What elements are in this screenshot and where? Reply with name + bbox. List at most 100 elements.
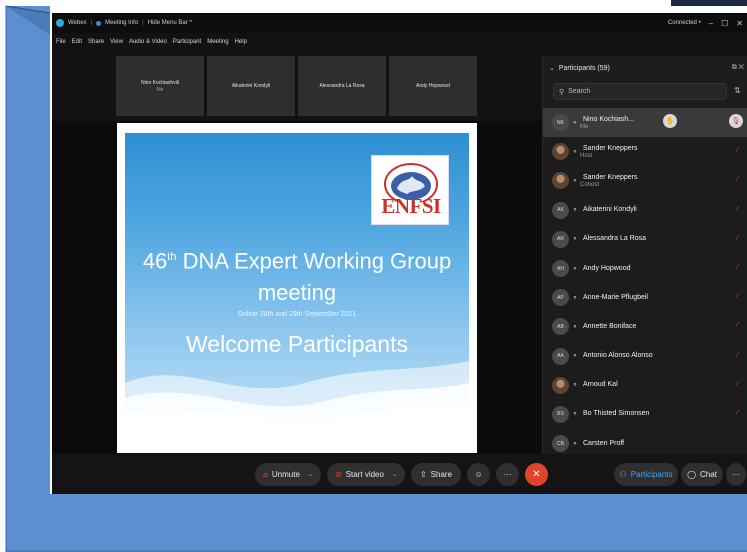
participant-name: Andy Hopwood	[583, 264, 631, 272]
share-icon: ⇧	[419, 470, 427, 479]
video-tile[interactable]: Alessandra La Rosa	[298, 56, 386, 116]
collapse-chevron-icon[interactable]: ⌄	[549, 64, 555, 72]
webex-window: Webex | Meeting Info | Hide Menu Bar ^ C…	[52, 13, 747, 494]
muted-mic-icon: ⁄	[736, 205, 738, 213]
maximize-button[interactable]: ☐	[721, 19, 728, 28]
menu-audio-video[interactable]: Audio & Video	[129, 39, 167, 51]
audio-connection-icon: ⚬	[572, 382, 578, 390]
unmute-button[interactable]: ⌀ Unmute ⌄	[255, 463, 321, 486]
menu-bar: File Edit Share View Audio & Video Parti…	[52, 39, 247, 51]
slide-date: Online 28th and 29th September 2021	[237, 311, 357, 318]
meeting-controls-bar: ⌀ Unmute ⌄ ⊘ Start video ⌄ ⇧ Share ☺ ···…	[52, 454, 747, 494]
participant-name: Annette Boniface	[583, 322, 637, 330]
chat-button[interactable]: ◯ Chat	[681, 463, 723, 486]
participant-row[interactable]: AR ⚬ Alessandra La Rosa ⁄	[543, 225, 747, 254]
participant-row[interactable]: AB ⚬ Annette Boniface ⁄	[543, 312, 747, 341]
participant-row[interactable]: AP ⚬ Anne-Marie Pflugbeil ⁄	[543, 283, 747, 312]
menu-help[interactable]: Help	[235, 39, 247, 51]
audio-connection-icon: ⚬	[572, 323, 578, 331]
avatar: AB	[552, 318, 569, 336]
raise-hand-icon[interactable]: ✋	[663, 114, 677, 128]
more-options-button[interactable]: ···	[496, 463, 519, 486]
participant-row[interactable]: BS ⚬ Bo Thisted Simonsen ⁄	[543, 400, 747, 429]
search-placeholder: Search	[568, 88, 591, 95]
chevron-down-icon[interactable]: ⌄	[308, 471, 313, 478]
participant-name: Alessandra La Rosa	[583, 235, 647, 243]
menu-view[interactable]: View	[110, 39, 123, 51]
avatar	[552, 172, 569, 190]
minimize-button[interactable]: –	[709, 19, 713, 28]
muted-mic-icon: ⁄	[736, 293, 738, 301]
participant-row[interactable]: AH ⚬ Andy Hopwood ⁄	[543, 254, 747, 283]
participants-panel: ⌄ Participants (59) ⧉ ✕ ⚲ Search ⇅ NK ⚬ …	[542, 56, 747, 454]
avatar: CB	[552, 435, 569, 453]
participant-row[interactable]: AK ⚬ Aikaterini Kondyli ⁄	[543, 196, 747, 225]
participant-search-input[interactable]: ⚲ Search	[553, 83, 727, 100]
hide-menu-bar-button[interactable]: Hide Menu Bar ^	[148, 20, 193, 26]
sort-icon[interactable]: ⇅	[734, 86, 741, 95]
avatar: AK	[552, 201, 569, 219]
popout-close-icon[interactable]: ⧉ ✕	[732, 64, 744, 72]
menu-share[interactable]: Share	[88, 39, 104, 51]
participant-row[interactable]: ⚬ Arnoud Kal ⁄	[543, 371, 747, 400]
audio-connection-icon: ⚬	[572, 119, 578, 127]
participants-button[interactable]: ⚇ Participants	[614, 463, 678, 486]
share-button[interactable]: ⇧ Share	[411, 463, 461, 486]
panel-more-button[interactable]: ···	[726, 463, 746, 486]
meeting-info-button[interactable]: Meeting Info	[105, 20, 138, 26]
muted-mic-icon: ⌀	[263, 470, 268, 479]
participant-name: Anne-Marie Pflugbeil	[583, 293, 648, 301]
avatar: NK	[552, 114, 569, 132]
close-icon: ✕	[532, 469, 541, 480]
avatar	[552, 143, 569, 161]
start-video-button[interactable]: ⊘ Start video ⌄	[327, 463, 405, 486]
participant-row[interactable]: ⚬ Sander Kneppers Cohost ⁄	[543, 166, 747, 195]
title-bar: Webex | Meeting Info | Hide Menu Bar ^ C…	[52, 13, 747, 33]
muted-mic-icon: ⁄	[736, 409, 738, 417]
participant-role: Cohost	[580, 181, 600, 188]
chevron-down-icon[interactable]: ⌄	[392, 471, 397, 478]
participant-name: Nino Kochiash...	[583, 115, 634, 123]
audio-connection-icon: ⚬	[572, 265, 578, 273]
video-off-icon: ⊘	[335, 470, 342, 479]
audio-connection-icon: ⚬	[572, 148, 578, 156]
reactions-button[interactable]: ☺	[467, 463, 490, 486]
audio-connection-icon: ⚬	[572, 440, 578, 448]
shared-slide: ENFSI 46th DNA Expert Working Group meet…	[117, 123, 477, 453]
app-name: Webex	[68, 20, 87, 26]
participant-name: Sander Kneppers	[583, 173, 638, 181]
menu-participant[interactable]: Participant	[173, 39, 201, 51]
muted-mic-icon: ⁄	[736, 234, 738, 242]
search-icon: ⚲	[559, 88, 565, 96]
audio-connection-icon: ⚬	[572, 411, 578, 419]
participant-name: Carsten Proff	[583, 439, 625, 447]
muted-mic-icon: ⁄	[736, 380, 738, 388]
participant-row[interactable]: ⚬ Sander Kneppers Host ⁄	[543, 137, 747, 166]
close-window-button[interactable]: ✕	[736, 19, 743, 28]
participant-row[interactable]: AA ⚬ Antonio Alonso Alonso ⁄	[543, 342, 747, 371]
video-tile-name: Nino Kochiashvili	[140, 79, 180, 86]
info-icon	[96, 20, 102, 26]
video-tile-sub: Me	[156, 86, 164, 93]
avatar: AP	[552, 289, 569, 307]
video-tile[interactable]: Nino Kochiashvili Me	[116, 56, 204, 116]
video-tile[interactable]: Aikaterini Kondyli	[207, 56, 295, 116]
muted-mic-icon[interactable]: 🎙	[729, 114, 743, 128]
menu-file[interactable]: File	[56, 39, 66, 51]
audio-connection-icon: ⚬	[572, 294, 578, 302]
audio-connection-icon: ⚬	[572, 236, 578, 244]
video-tile[interactable]: Andy Hopwood	[389, 56, 477, 116]
connection-status[interactable]: Connected •	[668, 20, 701, 26]
avatar: AA	[552, 347, 569, 365]
avatar	[552, 376, 569, 394]
avatar: AR	[552, 230, 569, 248]
audio-connection-icon: ⚬	[572, 353, 578, 361]
avatar: AH	[552, 260, 569, 278]
audio-connection-icon: ⚬	[572, 177, 578, 185]
leave-meeting-button[interactable]: ✕	[525, 463, 548, 486]
menu-edit[interactable]: Edit	[72, 39, 82, 51]
menu-meeting[interactable]: Meeting	[207, 39, 228, 51]
participant-row[interactable]: NK ⚬ Nino Kochiash... Me ✋ 🎙	[543, 108, 747, 138]
participant-name: Arnoud Kal	[583, 381, 618, 389]
participant-row[interactable]: CB ⚬ Carsten Proff	[543, 429, 747, 454]
